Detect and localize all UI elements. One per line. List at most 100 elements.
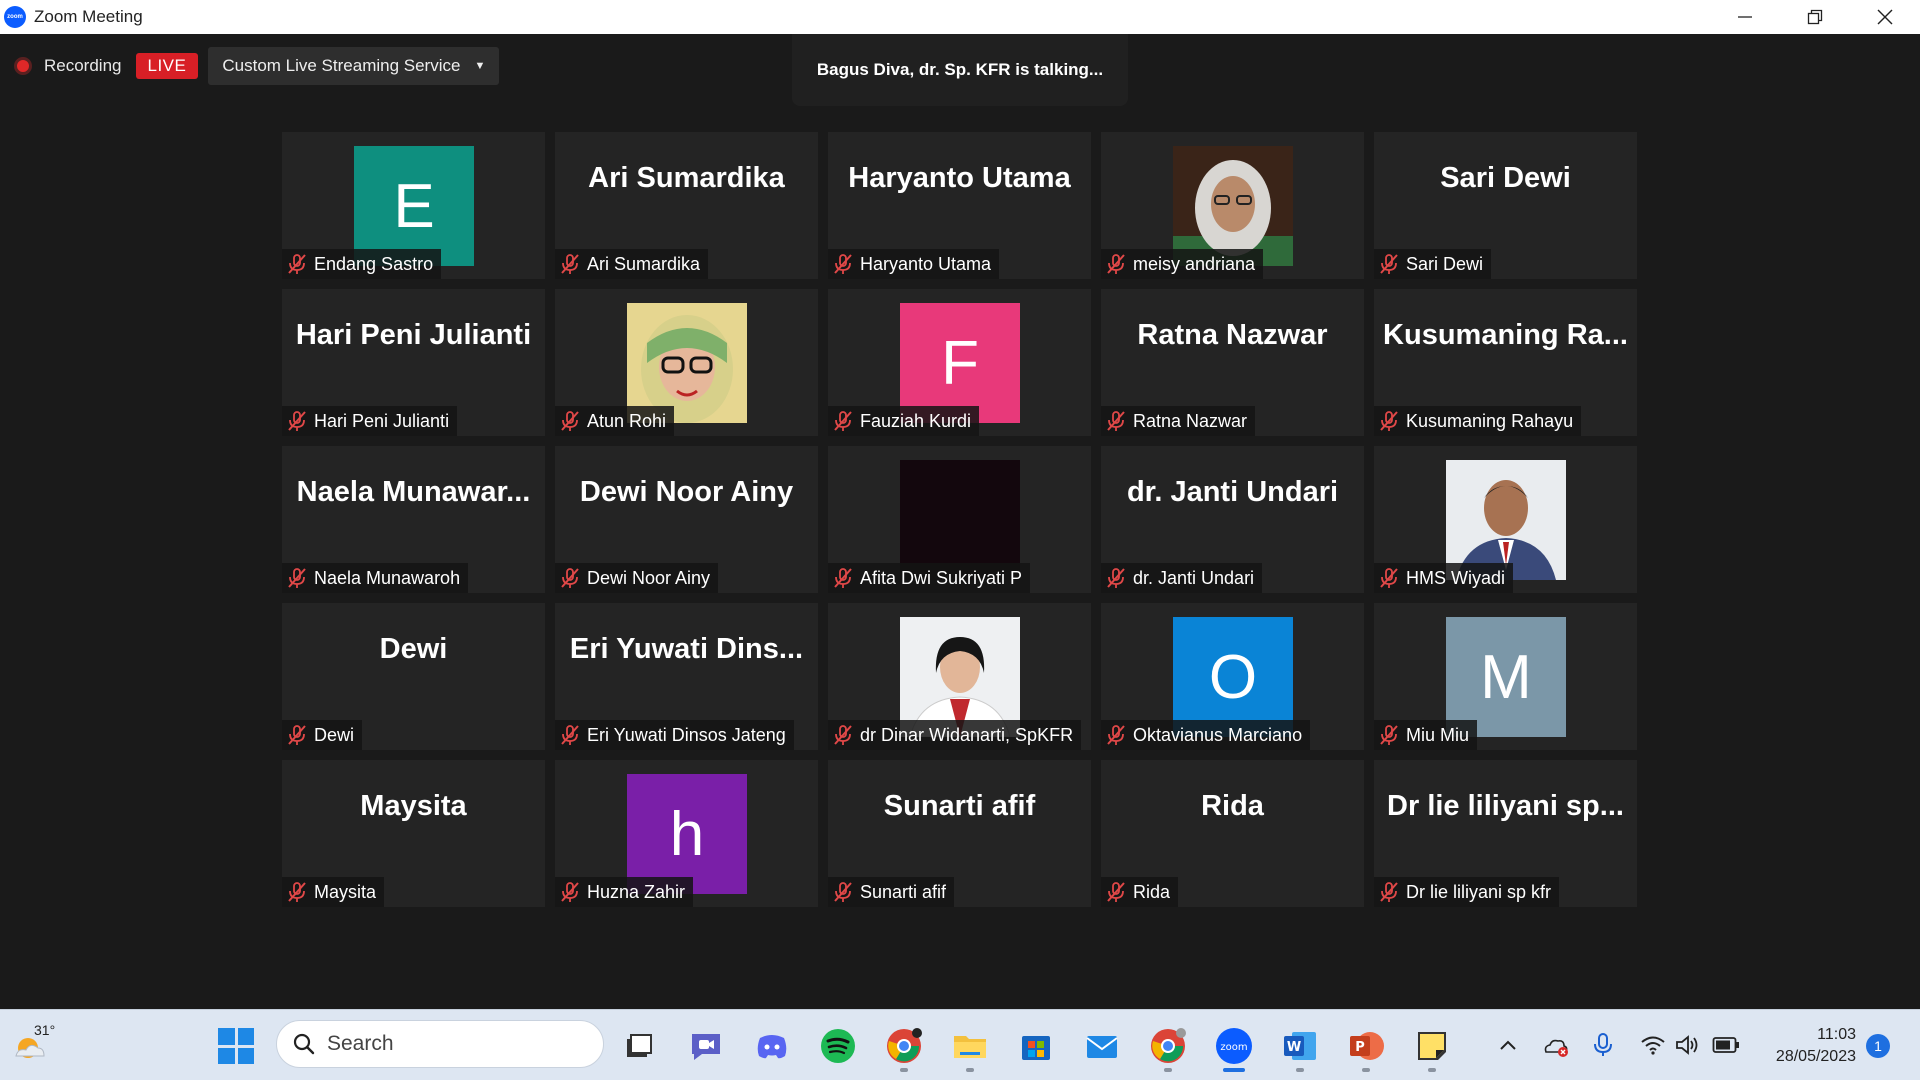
participant-photo	[1173, 146, 1293, 266]
tray-chevron-up-icon[interactable]	[1496, 1034, 1520, 1058]
participant-namebar: Ari Sumardika	[555, 249, 709, 279]
mic-muted-icon	[286, 253, 308, 275]
participant-namebar: Dr lie liliyani sp kfr	[1374, 877, 1560, 907]
participant-tile[interactable]: HMS Wiyadi	[1374, 446, 1637, 593]
participant-display-name: Eri Yuwati Dins...	[569, 633, 804, 665]
participant-tile[interactable]: h Huzna Zahir	[555, 760, 818, 907]
mail-icon[interactable]	[1082, 1026, 1122, 1066]
participant-tile[interactable]: Dewi Noor Ainy Dewi Noor Ainy	[555, 446, 818, 593]
participant-namebar: Endang Sastro	[282, 249, 442, 279]
minimize-icon	[1738, 16, 1752, 18]
mic-muted-icon	[1378, 253, 1400, 275]
microphone-icon[interactable]	[1592, 1032, 1614, 1058]
participant-tile[interactable]: Hari Peni Julianti Hari Peni Julianti	[282, 289, 545, 436]
participant-tile[interactable]: Kusumaning Ra... Kusumaning Rahayu	[1374, 289, 1637, 436]
stream-service-dropdown[interactable]: Custom Live Streaming Service ▼	[208, 47, 500, 85]
word-icon[interactable]: W	[1280, 1026, 1320, 1066]
participant-tile[interactable]: Maysita Maysita	[282, 760, 545, 907]
participant-tile[interactable]: E Endang Sastro	[282, 132, 545, 279]
discord-icon[interactable]	[752, 1026, 792, 1066]
zoom-icon[interactable]: zoom	[1214, 1026, 1254, 1066]
system-clock[interactable]: 11:03 28/05/2023	[1756, 1024, 1856, 1068]
participant-tile[interactable]: O Oktavianus Marciano	[1101, 603, 1364, 750]
file-explorer-icon[interactable]	[950, 1026, 990, 1066]
participant-display-name: Dr lie liliyani sp...	[1387, 790, 1624, 822]
participant-tile[interactable]: dr Dinar Widanarti, SpKFR	[828, 603, 1091, 750]
participant-namebar: meisy andriana	[1101, 249, 1264, 279]
participant-namebar: Ratna Nazwar	[1101, 406, 1256, 436]
task-view-icon[interactable]	[618, 1026, 658, 1066]
participant-tile[interactable]: Dr lie liliyani sp... Dr lie liliyani sp …	[1374, 760, 1637, 907]
participant-avatar: h	[627, 774, 747, 894]
mic-muted-icon	[1378, 881, 1400, 903]
recording-label[interactable]: Recording	[44, 56, 122, 76]
chrome-profile-icon[interactable]	[1148, 1026, 1188, 1066]
restore-button[interactable]	[1780, 0, 1850, 34]
mic-muted-icon	[832, 253, 854, 275]
wifi-icon[interactable]	[1640, 1034, 1666, 1056]
participant-name: dr Dinar Widanarti, SpKFR	[860, 724, 1074, 745]
spotify-icon[interactable]	[818, 1026, 858, 1066]
mic-muted-icon	[1105, 567, 1127, 589]
participant-name: Fauziah Kurdi	[860, 410, 972, 431]
participant-name: Oktavianus Marciano	[1133, 724, 1303, 745]
participant-namebar: Oktavianus Marciano	[1101, 720, 1311, 750]
participant-tile[interactable]: Sunarti afif Sunarti afif	[828, 760, 1091, 907]
participant-tile[interactable]: Atun Rohi	[555, 289, 818, 436]
onedrive-error-icon[interactable]	[1542, 1034, 1570, 1058]
participant-name: dr. Janti Undari	[1133, 567, 1255, 588]
participant-name: Dr lie liliyani sp kfr	[1406, 881, 1552, 902]
participant-tile[interactable]: Afita Dwi Sukriyati P	[828, 446, 1091, 593]
minimize-button[interactable]	[1710, 0, 1780, 34]
close-button[interactable]	[1850, 0, 1920, 34]
search-icon	[293, 1033, 315, 1055]
chrome-icon[interactable]	[884, 1026, 924, 1066]
participant-tile[interactable]: Rida Rida	[1101, 760, 1364, 907]
notification-badge[interactable]: 1	[1866, 1034, 1890, 1058]
participant-name: Sari Dewi	[1406, 253, 1484, 274]
participant-tile[interactable]: Eri Yuwati Dins... Eri Yuwati Dinsos Jate…	[555, 603, 818, 750]
mic-muted-icon	[1105, 724, 1127, 746]
restore-icon	[1807, 9, 1823, 25]
mic-muted-icon	[1378, 410, 1400, 432]
participant-namebar: Fauziah Kurdi	[828, 406, 980, 436]
running-indicator	[1428, 1068, 1436, 1072]
mic-muted-icon	[286, 410, 308, 432]
volume-icon[interactable]	[1674, 1034, 1700, 1056]
sticky-notes-icon[interactable]	[1412, 1026, 1452, 1066]
participant-tile[interactable]: Dewi Dewi	[282, 603, 545, 750]
participant-tile[interactable]: meisy andriana	[1101, 132, 1364, 279]
mic-muted-icon	[1105, 410, 1127, 432]
taskbar-search[interactable]: Search	[276, 1020, 604, 1068]
participant-tile[interactable]: dr. Janti Undari dr. Janti Undari	[1101, 446, 1364, 593]
running-indicator	[966, 1068, 974, 1072]
participant-tile[interactable]: Ari Sumardika Ari Sumardika	[555, 132, 818, 279]
mic-muted-icon	[1378, 567, 1400, 589]
participant-display-name: Rida	[1201, 790, 1264, 822]
battery-icon[interactable]	[1712, 1036, 1740, 1054]
close-icon	[1877, 9, 1893, 25]
teams-chat-icon[interactable]	[686, 1026, 726, 1066]
participant-tile[interactable]: Haryanto Utama Haryanto Utama	[828, 132, 1091, 279]
participant-tile[interactable]: Ratna Nazwar Ratna Nazwar	[1101, 289, 1364, 436]
participant-namebar: Miu Miu	[1374, 720, 1478, 750]
start-button[interactable]	[218, 1028, 254, 1064]
svg-text:W: W	[1287, 1040, 1301, 1055]
participant-display-name: Dewi Noor Ainy	[579, 476, 794, 508]
powerpoint-icon[interactable]: P	[1346, 1026, 1386, 1066]
mic-muted-icon	[1105, 881, 1127, 903]
participant-photo	[627, 303, 747, 423]
microsoft-store-icon[interactable]	[1016, 1026, 1056, 1066]
mic-muted-icon	[559, 881, 581, 903]
svg-text:zoom: zoom	[1220, 1042, 1247, 1053]
participant-avatar: M	[1446, 617, 1566, 737]
participant-tile[interactable]: M Miu Miu	[1374, 603, 1637, 750]
participant-name: Eri Yuwati Dinsos Jateng	[587, 724, 786, 745]
mic-muted-icon	[559, 724, 581, 746]
participant-photo	[1446, 460, 1566, 580]
running-indicator	[1223, 1068, 1245, 1072]
participant-tile[interactable]: Sari Dewi Sari Dewi	[1374, 132, 1637, 279]
participant-tile[interactable]: Naela Munawar... Naela Munawaroh	[282, 446, 545, 593]
participant-name: Maysita	[314, 881, 377, 902]
participant-tile[interactable]: F Fauziah Kurdi	[828, 289, 1091, 436]
